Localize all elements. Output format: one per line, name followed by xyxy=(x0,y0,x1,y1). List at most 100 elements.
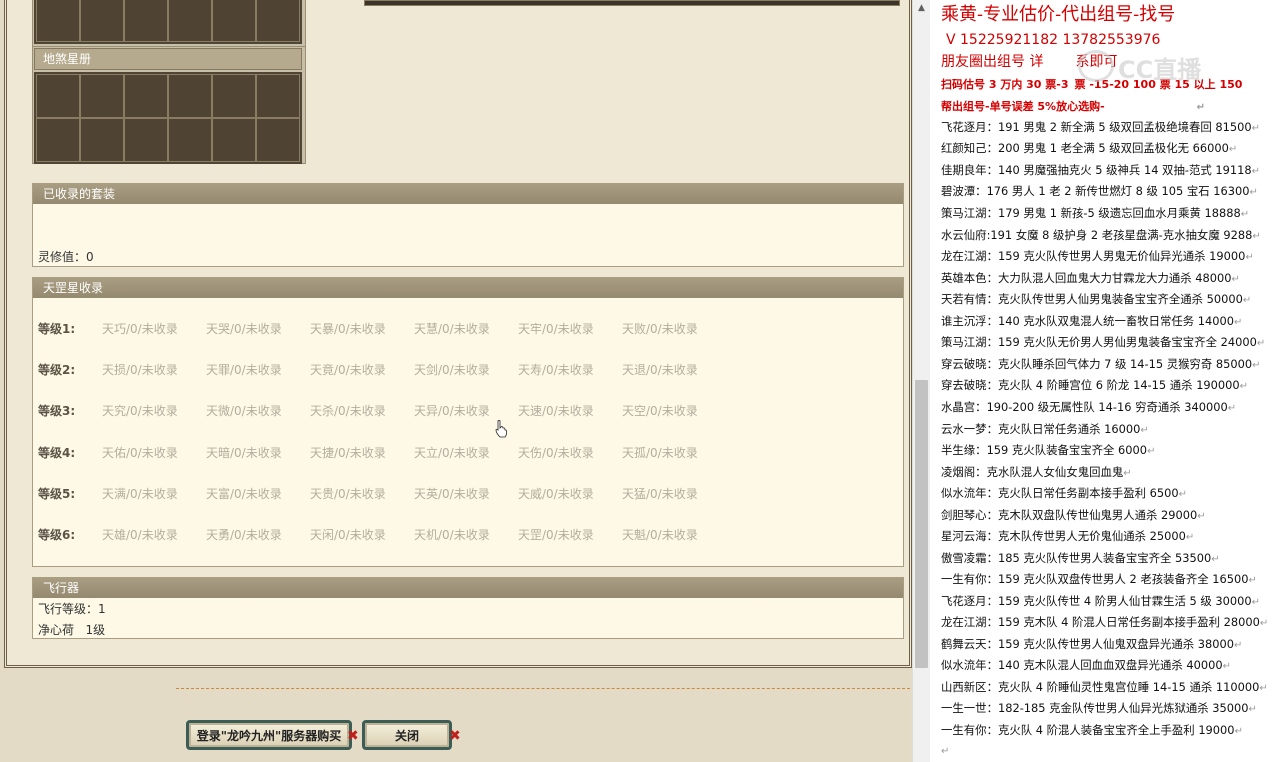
list-item: 似水流年：140 克木队混人回血血双盘异光通杀 40000↵ xyxy=(941,658,1232,672)
doc-guarantee-line: 帮出组号-单号误差 5%放心选购- ↵ xyxy=(941,98,1205,114)
star-entry: 天暴/0/未收录 xyxy=(310,321,386,336)
scroll-thumb[interactable] xyxy=(915,380,928,668)
level-label: 等级5: xyxy=(38,486,76,501)
spirit-value-row: 灵修值：0 xyxy=(38,248,94,265)
list-item: 龙在江湖：159 克火队传世男人男鬼无价仙异光通杀 19000↵ xyxy=(941,249,1254,263)
grid-cell[interactable] xyxy=(124,118,168,162)
list-item: 一生一世：182-185 克金队传世男人仙异光炼狱通杀 35000↵ xyxy=(941,701,1257,715)
list-item: 剑胆琴心：克木队双盘队传世仙鬼男人通杀 29000↵ xyxy=(941,508,1206,522)
grid-cell[interactable] xyxy=(168,0,212,42)
grid-cell[interactable] xyxy=(256,74,300,118)
grid-cell[interactable] xyxy=(212,74,256,118)
level-label: 等级1: xyxy=(38,321,76,336)
star-entry: 天机/0/未收录 xyxy=(414,527,490,542)
buy-button[interactable]: 登录"龙吟九州"服务器购买 xyxy=(186,720,352,750)
suits-header: 已收录的套装 xyxy=(33,184,903,204)
star-entry: 天究/0/未收录 xyxy=(102,403,178,418)
level-label: 等级2: xyxy=(38,362,76,377)
star-entry: 天孤/0/未收录 xyxy=(622,445,698,460)
aircraft-section: 飞行器 xyxy=(32,577,904,639)
star-entry: 天英/0/未收录 xyxy=(414,486,490,501)
list-item: 佳期良年：140 男魔强抽克火 5 级神兵 14 双抽-范式 19118↵ xyxy=(941,163,1260,177)
list-item: 水云仙府:191 女魔 8 级护身 2 老孩星盘满-克水抽女魔 9288↵ xyxy=(941,228,1261,242)
list-item: 碧波潭：176 男人 1 老 2 新传世燃灯 8 级 105 宝石 16300↵ xyxy=(941,184,1258,198)
level-label: 等级3: xyxy=(38,403,76,418)
scroll-up-arrow-icon[interactable]: ▲ xyxy=(913,0,930,16)
star-entry: 天暗/0/未收录 xyxy=(206,445,282,460)
grid-cell[interactable] xyxy=(80,118,124,162)
level-row-6: 等级6: 天雄/0/未收录 天勇/0/未收录 天闲/0/未收录 天机/0/未收录… xyxy=(38,526,726,542)
aircraft-level: 1 xyxy=(98,602,106,616)
grid-cell[interactable] xyxy=(80,74,124,118)
list-item: 龙在江湖：159 克木队 4 阶混人日常任务副本接手盈利 28000↵ xyxy=(941,615,1269,629)
star-entry: 天满/0/未收录 xyxy=(102,486,178,501)
list-item: 星河云海：克木队传世男人无价鬼仙通杀 25000↵ xyxy=(941,529,1195,543)
star-entry: 天巧/0/未收录 xyxy=(102,321,178,336)
tiangang-header: 天罡星收录 xyxy=(33,278,903,298)
star-entry: 天损/0/未收录 xyxy=(102,362,178,377)
mouse-cursor-icon xyxy=(495,420,507,438)
grid-cell[interactable] xyxy=(212,0,256,42)
list-item: 似水流年：克火队日常任务副本接手盈利 6500↵ xyxy=(941,486,1188,500)
star-entry: 天退/0/未收录 xyxy=(622,362,698,377)
list-item: 策马江湖：159 克火队无价男人男仙男鬼装备宝宝齐全 24000↵ xyxy=(941,335,1266,349)
star-entry: 天贵/0/未收录 xyxy=(310,486,386,501)
grid-cell[interactable] xyxy=(212,118,256,162)
jingxin-label: 净心荷 xyxy=(38,623,75,637)
grid-cell[interactable] xyxy=(36,118,80,162)
star-entry: 天威/0/未收录 xyxy=(518,486,594,501)
doc-guarantee-text: 帮出组号-单号误差 5%放心选购- xyxy=(941,100,1105,113)
grid-cell[interactable] xyxy=(256,118,300,162)
doc-pricing-text: 扫码估号 3 万内 30 票-3 xyxy=(941,78,1069,91)
star-entry: 天雄/0/未收录 xyxy=(102,527,178,542)
earth-star-grid xyxy=(34,72,302,164)
star-entry: 天佑/0/未收录 xyxy=(102,445,178,460)
star-entry: 天闲/0/未收录 xyxy=(310,527,386,542)
list-item: 天若有情：克火队传世男人仙男鬼装备宝宝齐全通杀 50000↵ xyxy=(941,292,1252,306)
list-item: 一生有你：159 克火队双盘传世男人 2 老孩装备齐全 16500↵ xyxy=(941,572,1257,586)
close-button[interactable]: 关闭 xyxy=(362,720,452,750)
doc-moments-text: 朋友圈出组号 详 xyxy=(941,54,1044,70)
grid-cell[interactable] xyxy=(36,0,80,42)
list-item: 傲雪凌霜：185 克火队传世男人装备宝宝齐全 53500↵ xyxy=(941,551,1220,565)
grid-cell[interactable] xyxy=(168,118,212,162)
star-entry: 天牢/0/未收录 xyxy=(518,321,594,336)
grid-cell[interactable] xyxy=(124,0,168,42)
equipment-strip xyxy=(364,0,900,6)
level-row-3: 等级3: 天究/0/未收录 天微/0/未收录 天杀/0/未收录 天异/0/未收录… xyxy=(38,402,726,418)
level-label: 等级6: xyxy=(38,527,76,542)
doc-title: 乘黄-专业估价-代出组号-找号 xyxy=(941,4,1176,25)
watermark-text: CC直播 xyxy=(1118,56,1202,84)
grid-cell[interactable] xyxy=(124,74,168,118)
star-entry: 天杀/0/未收录 xyxy=(310,403,386,418)
star-entry: 天竟/0/未收录 xyxy=(310,362,386,377)
watermark-circle-icon xyxy=(1078,50,1114,82)
star-entry: 天捷/0/未收录 xyxy=(310,445,386,460)
aircraft-level-row: 飞行等级：1 xyxy=(38,600,106,617)
document-panel: 乘黄-专业估价-代出组号-找号 V 15225921182 1378255397… xyxy=(930,0,1280,762)
list-item: 谁主沉浮：140 克水队双鬼混人统一畜牧日常任务 14000↵ xyxy=(941,314,1243,328)
star-entry: 天剑/0/未收录 xyxy=(414,362,490,377)
grid-cell[interactable] xyxy=(168,74,212,118)
grid-cell[interactable] xyxy=(36,74,80,118)
grid-cell[interactable] xyxy=(256,0,300,42)
top-item-grid xyxy=(34,0,302,44)
list-item: 一生有你：克火队 4 阶混人装备宝宝齐全上手盈利 19000↵ xyxy=(941,723,1243,737)
aircraft-level-label: 飞行等级： xyxy=(38,602,99,616)
star-entry: 天寿/0/未收录 xyxy=(518,362,594,377)
spirit-value: 0 xyxy=(86,250,94,264)
list-item: 英雄本色：大力队混人回血鬼大力甘霖龙大力通杀 48000↵ xyxy=(941,271,1240,285)
level-row-2: 等级2: 天损/0/未收录 天罪/0/未收录 天竟/0/未收录 天剑/0/未收录… xyxy=(38,361,726,377)
close-x-icon: ✖ xyxy=(449,728,461,744)
vertical-scrollbar[interactable]: ▲ xyxy=(912,0,930,762)
paragraph-mark-icon: ↵ xyxy=(941,746,950,757)
list-item: 凌烟阁：克水队混人女仙女鬼回血鬼↵ xyxy=(941,465,1132,479)
aircraft-header: 飞行器 xyxy=(33,578,903,598)
list-item: 策马江湖：179 男鬼 1 新孩-5 级遗忘回血水月乘黄 18888↵ xyxy=(941,206,1250,220)
star-entry: 天富/0/未收录 xyxy=(206,486,282,501)
star-entry: 天异/0/未收录 xyxy=(414,403,490,418)
level-row-5: 等级5: 天满/0/未收录 天富/0/未收录 天贵/0/未收录 天英/0/未收录… xyxy=(38,485,726,501)
grid-cell[interactable] xyxy=(80,0,124,42)
list-item: 穿去破晓：克火队 4 阶睡宫位 6 阶龙 14-15 通杀 190000↵ xyxy=(941,378,1249,392)
star-entry: 天罪/0/未收录 xyxy=(206,362,282,377)
